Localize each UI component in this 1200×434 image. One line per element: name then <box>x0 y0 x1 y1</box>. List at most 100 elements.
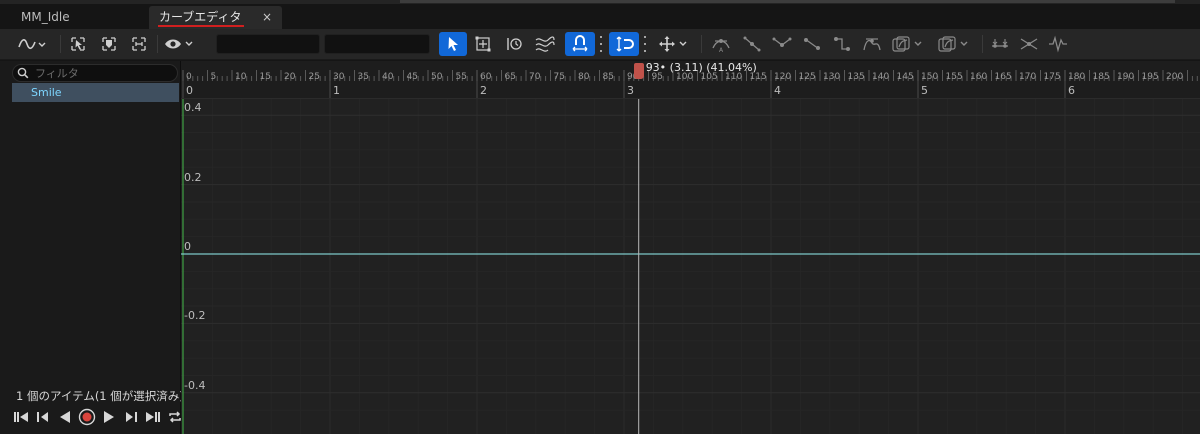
frame-tick-label: 200 <box>1166 72 1183 82</box>
active-tab-indicator <box>158 25 244 27</box>
tab-curve-editor[interactable]: カーブエディタ × <box>149 6 282 29</box>
second-label: 5 <box>921 84 928 97</box>
frame-tick-label: 80 <box>578 72 590 82</box>
tab-bar: MM_Idle カーブエディタ × <box>0 4 1200 29</box>
curve-editor-toolbar: A <box>0 29 1200 60</box>
close-icon[interactable]: × <box>262 6 272 28</box>
frame-tick-label: 175 <box>1044 72 1061 82</box>
frame-icon[interactable] <box>98 32 120 56</box>
y-axis-label: -0.2 <box>184 309 206 323</box>
snap-x-icon[interactable] <box>565 32 595 56</box>
frame-tick-label: 155 <box>946 72 963 82</box>
fit-icon[interactable] <box>128 32 150 56</box>
select-key-icon[interactable] <box>67 32 89 56</box>
svg-text:A: A <box>719 47 724 53</box>
frame-tick-label: 120 <box>774 72 791 82</box>
y-axis-label: 0.4 <box>184 101 202 115</box>
time-ruler[interactable]: 0 5 10 15 20 25 30 35 40 45 50 55 60 65 70 75 80 85 90 95 10… <box>181 61 1200 99</box>
tab-mm-idle[interactable]: MM_Idle <box>11 6 141 29</box>
frame-tick-label: 135 <box>848 72 865 82</box>
tree-item-smile[interactable]: Smile <box>12 83 179 102</box>
frame-tick-label: 15 <box>260 72 271 82</box>
retime-icon[interactable] <box>502 32 526 56</box>
break-tangent-icon[interactable] <box>770 32 794 56</box>
play-reverse-icon[interactable] <box>56 408 74 426</box>
curve-view-mode-icon[interactable] <box>16 32 48 56</box>
frame-tick-label: 25 <box>309 72 320 82</box>
filter-icon[interactable] <box>1046 32 1070 56</box>
frame-tick-label: 130 <box>823 72 840 82</box>
frame-tick-label: 75 <box>554 72 565 82</box>
auto-tangent-icon[interactable]: A <box>709 32 733 56</box>
item-count-status: 1 個のアイテム(1 個が選択済み) <box>16 389 184 403</box>
jump-to-start-icon[interactable] <box>12 408 30 426</box>
constant-icon[interactable] <box>830 32 854 56</box>
straighten-icon[interactable] <box>1017 32 1041 56</box>
frame-tick-label: 50 <box>431 72 443 82</box>
frame-tick-label: 180 <box>1068 72 1085 82</box>
curve-plot[interactable]: 0.4 0.2 0 -0.2 -0.4 <box>181 99 1200 434</box>
tab-label: MM_Idle <box>21 10 70 24</box>
frame-tick-label: 125 <box>799 72 816 82</box>
transport-controls <box>12 407 184 427</box>
second-label: 3 <box>627 84 634 97</box>
second-label: 6 <box>1068 84 1075 97</box>
second-label: 1 <box>333 84 340 97</box>
second-label: 4 <box>774 84 781 97</box>
multi-scale-icon[interactable] <box>532 32 558 56</box>
y-axis-label: 0 <box>184 240 191 253</box>
frame-tick-label: 140 <box>872 72 889 82</box>
play-icon[interactable] <box>100 408 118 426</box>
visibility-eye-icon[interactable] <box>163 32 197 56</box>
curve-graph-view[interactable]: 0 5 10 15 20 25 30 35 40 45 50 55 60 65 70 75 80 85 90 95 10… <box>181 61 1200 434</box>
second-label: 2 <box>480 84 487 97</box>
snap-y-options-icon[interactable] <box>642 34 648 54</box>
second-label: 0 <box>186 84 193 97</box>
step-forward-icon[interactable] <box>122 408 140 426</box>
flatten-icon[interactable] <box>988 32 1012 56</box>
frame-tick-label: 160 <box>970 72 987 82</box>
frame-tick-label: 165 <box>995 72 1012 82</box>
select-arrow-icon[interactable] <box>439 32 467 56</box>
frame-tick-label: 10 <box>235 72 247 82</box>
plot-grid <box>181 99 1200 434</box>
user-tangent-icon[interactable] <box>740 32 764 56</box>
step-back-icon[interactable] <box>34 408 52 426</box>
frame-tick-label: 145 <box>897 72 914 82</box>
tab-label: カーブエディタ <box>159 10 242 24</box>
pre-infinity-icon[interactable] <box>890 32 928 56</box>
snap-y-icon[interactable] <box>609 32 639 56</box>
key-time-field[interactable] <box>324 34 430 54</box>
y-axis-label: -0.4 <box>184 378 206 392</box>
frame-tick-label: 190 <box>1117 72 1134 82</box>
playhead-label: 93• (3.11) (41.04%) <box>645 61 757 74</box>
move-cross-icon[interactable] <box>656 32 690 56</box>
frame-tick-label: 150 <box>921 72 938 82</box>
playhead-handle[interactable] <box>634 63 645 79</box>
frame-tick-label: 45 <box>407 72 418 82</box>
weighted-icon[interactable] <box>860 32 884 56</box>
linear-icon[interactable] <box>800 32 824 56</box>
filter-input[interactable] <box>35 66 175 80</box>
frame-tick-label: 195 <box>1142 72 1159 82</box>
frame-tick-label: 5 <box>211 72 217 82</box>
transform-box-icon[interactable] <box>471 32 495 56</box>
frame-tick-label: 60 <box>480 72 492 82</box>
search-icon <box>17 67 29 79</box>
snap-x-options-icon[interactable] <box>598 34 604 54</box>
frame-tick-label: 35 <box>358 72 369 82</box>
jump-to-end-icon[interactable] <box>144 408 162 426</box>
record-icon[interactable] <box>78 408 96 426</box>
frame-tick-label: 20 <box>284 72 296 82</box>
frame-tick-label: 0 <box>186 72 192 82</box>
frame-tick-label: 65 <box>505 72 516 82</box>
y-axis-label: 0.2 <box>184 170 202 184</box>
key-value-field[interactable] <box>216 34 320 54</box>
filter-box[interactable] <box>12 64 178 82</box>
frame-tick-label: 30 <box>333 72 345 82</box>
frame-tick-label: 85 <box>603 72 614 82</box>
post-infinity-icon[interactable] <box>936 32 974 56</box>
frame-tick-label: 40 <box>382 72 394 82</box>
frame-tick-label: 185 <box>1093 72 1110 82</box>
frame-tick-label: 70 <box>529 72 541 82</box>
